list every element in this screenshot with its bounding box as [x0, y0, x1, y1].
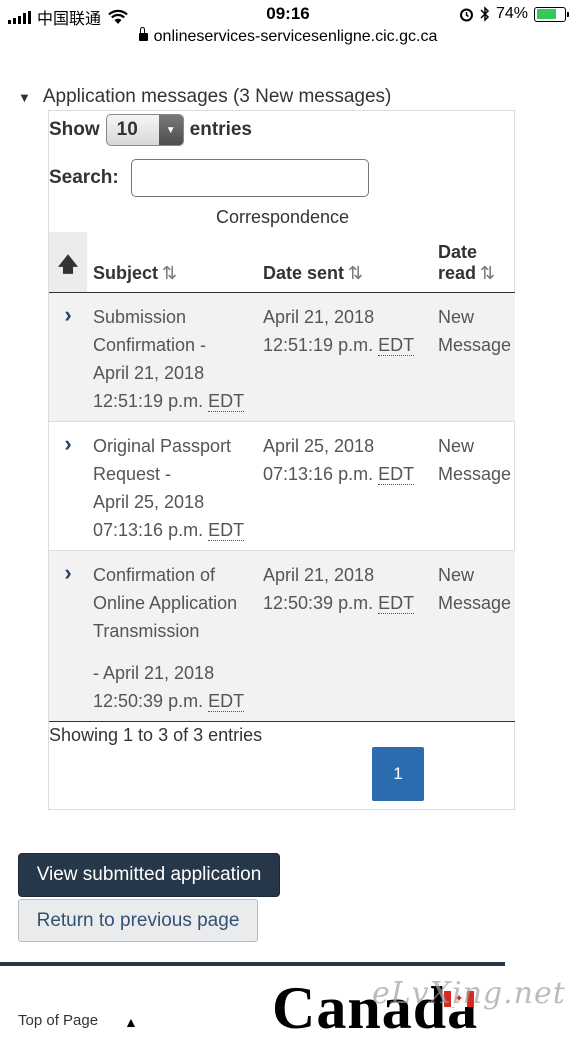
subject-cell: Original Passport Request - April 25, 20…: [87, 421, 263, 551]
subject-header[interactable]: Subject ⇅: [87, 232, 263, 293]
chevron-down-icon: ▼: [158, 115, 183, 145]
view-submitted-application-button[interactable]: View submitted application: [18, 853, 280, 897]
table-caption: Correspondence: [215, 207, 350, 227]
date-read-header[interactable]: Date read ⇅: [438, 232, 515, 293]
table-row[interactable]: › Original Passport Request - April 25, …: [49, 421, 515, 551]
search-label: Search:: [49, 167, 119, 188]
chevron-right-icon[interactable]: ›: [49, 292, 87, 422]
sort-icon: ⇅: [348, 262, 364, 283]
date-sent-cell: April 21, 2018 12:50:39 p.m. EDT: [263, 550, 438, 722]
triangle-down-icon: ▼: [18, 89, 31, 105]
table-info: Showing 1 to 3 of 3 entries: [49, 725, 263, 745]
search-input[interactable]: [131, 159, 369, 197]
subject-cell: Submission Confirmation - April 21, 2018…: [87, 292, 263, 422]
alarm-icon: [459, 8, 473, 21]
date-sent-cell: April 25, 2018 07:13:16 p.m. EDT: [263, 421, 438, 551]
entries-length-control: Show 10 ▼ entries: [49, 113, 252, 147]
arrow-up-icon[interactable]: ▲: [124, 1014, 138, 1030]
section-title: Application messages (3 New messages): [42, 86, 392, 107]
arrow-up-icon: 🡅: [57, 253, 79, 276]
chevron-right-icon[interactable]: ›: [49, 421, 87, 551]
page-button-1[interactable]: 1: [372, 747, 424, 801]
messages-panel: Show 10 ▼ entries Search: Correspondence…: [48, 110, 515, 810]
lock-icon: [138, 27, 148, 41]
date-read-cell: New Message: [438, 550, 515, 722]
footer-divider: [0, 962, 505, 966]
entries-label: entries: [189, 119, 252, 140]
show-label: Show: [49, 119, 100, 140]
section-toggle[interactable]: ▼ Application messages (3 New messages): [18, 86, 391, 108]
date-sent-cell: April 21, 2018 12:51:19 p.m. EDT: [263, 292, 438, 422]
table-row[interactable]: › Confirmation of Online Application Tra…: [49, 550, 515, 722]
sort-icon: ⇅: [162, 262, 178, 283]
url-text: onlineservices-servicesenligne.cic.gc.ca: [153, 28, 438, 45]
address-bar[interactable]: onlineservices-servicesenligne.cic.gc.ca: [0, 27, 576, 46]
entries-select[interactable]: 10 ▼: [105, 114, 184, 146]
table-row[interactable]: › Submission Confirmation - April 21, 20…: [49, 292, 515, 422]
date-read-cell: New Message: [438, 421, 515, 551]
sort-icon: ⇅: [480, 262, 496, 283]
table-header-row: 🡅 Subject ⇅ Date sent ⇅ Date read ⇅: [49, 232, 515, 293]
status-bar: 中国联通 09:16 74% onlineservices-servicesen…: [0, 0, 576, 45]
date-read-cell: New Message: [438, 292, 515, 422]
bluetooth-icon: [480, 6, 490, 22]
sort-control-header[interactable]: 🡅: [49, 232, 87, 293]
entries-value: 10: [116, 119, 138, 140]
subject-cell: Confirmation of Online Application Trans…: [87, 550, 263, 722]
watermark: eLvXing.net: [372, 976, 566, 1011]
battery-percent: 74%: [495, 5, 528, 22]
battery-icon: [534, 6, 569, 22]
date-sent-header[interactable]: Date sent ⇅: [263, 232, 438, 293]
battery-fill: [536, 9, 557, 19]
chevron-right-icon[interactable]: ›: [49, 550, 87, 722]
top-of-page-link[interactable]: Top of Page: [18, 1012, 98, 1029]
return-previous-page-button[interactable]: Return to previous page: [18, 899, 258, 942]
correspondence-table: 🡅 Subject ⇅ Date sent ⇅ Date read ⇅ › Submis…: [49, 232, 515, 722]
